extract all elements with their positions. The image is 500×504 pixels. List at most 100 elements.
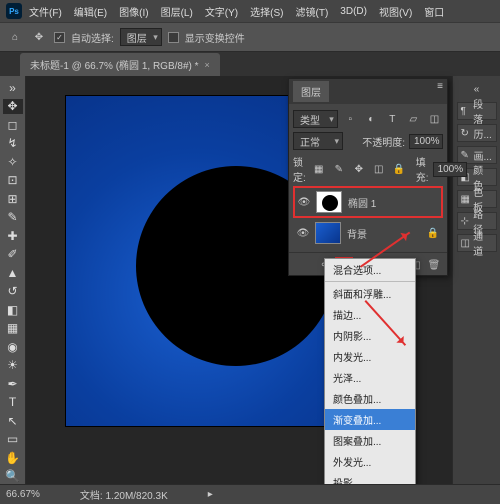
eraser-tool[interactable]: ◧ bbox=[3, 302, 23, 318]
options-bar: ⌂ ✥ ✓ 自动选择: 图层 显示变换控件 bbox=[0, 22, 500, 52]
dock-paragraph[interactable]: ¶段落 bbox=[457, 102, 497, 120]
opacity-label: 不透明度: bbox=[362, 134, 405, 149]
lock-label: 锁定: bbox=[293, 154, 306, 184]
fx-bevel[interactable]: 斜面和浮雕... bbox=[325, 283, 415, 304]
show-transform-label: 显示变换控件 bbox=[185, 30, 245, 45]
right-dock: « ¶段落 ↻历... ✎画... ◧颜色 ▦色板 ⊹路径 ◫通道 bbox=[452, 76, 500, 484]
document-tab[interactable]: 未标题-1 @ 66.7% (椭圆 1, RGB/8#) * × bbox=[20, 53, 220, 76]
blur-tool[interactable]: ◉ bbox=[3, 339, 23, 355]
move-tool[interactable]: ✥ bbox=[3, 99, 23, 115]
fill-input[interactable]: 100% bbox=[433, 162, 467, 177]
status-bar: 66.67% 文档: 1.20M/820.3K ▸ bbox=[0, 484, 500, 504]
filter-type-icon[interactable]: T bbox=[384, 110, 401, 128]
opacity-input[interactable]: 100% bbox=[409, 134, 443, 149]
path-tool[interactable]: ↖ bbox=[3, 413, 23, 429]
menu-3d[interactable]: 3D(D) bbox=[335, 4, 372, 19]
layers-panel-tab[interactable]: 图层 bbox=[293, 81, 329, 102]
fill-label: 填充: bbox=[416, 154, 429, 184]
gradient-tool[interactable]: ▦ bbox=[3, 321, 23, 337]
layer-name-ellipse[interactable]: 椭圆 1 bbox=[348, 195, 376, 210]
filter-smart-icon[interactable]: ◫ bbox=[426, 110, 443, 128]
history-brush-tool[interactable]: ↺ bbox=[3, 284, 23, 300]
toolbar: » ✥ ◻ ↯ ✧ ⊡ ⊞ ✎ ✚ ✐ ▲ ↺ ◧ ▦ ◉ ☀ ✒ T ↖ ▭ … bbox=[0, 76, 26, 484]
layer-thumb-bg bbox=[315, 222, 341, 244]
filter-shape-icon[interactable]: ▱ bbox=[405, 110, 422, 128]
marquee-tool[interactable]: ◻ bbox=[3, 117, 23, 133]
zoom-tool[interactable]: 🔍 bbox=[3, 469, 23, 485]
fx-satin[interactable]: 光泽... bbox=[325, 367, 415, 388]
menu-layer[interactable]: 图层(L) bbox=[156, 2, 198, 21]
menu-file[interactable]: 文件(F) bbox=[24, 2, 67, 21]
lock-trans-icon[interactable]: ▦ bbox=[310, 160, 328, 178]
paragraph-icon: ¶ bbox=[461, 106, 471, 116]
healing-tool[interactable]: ✚ bbox=[3, 228, 23, 244]
lock-pixel-icon[interactable]: ✎ bbox=[330, 160, 348, 178]
tools-collapse-icon[interactable]: » bbox=[3, 80, 23, 96]
layer-row-background[interactable]: 👁 背景 🔒 bbox=[293, 218, 443, 248]
brush-icon: ✎ bbox=[461, 150, 471, 160]
fx-inner-glow[interactable]: 内发光... bbox=[325, 346, 415, 367]
filter-adjust-icon[interactable]: ◐ bbox=[363, 110, 380, 128]
lock-artboard-icon[interactable]: ◫ bbox=[370, 160, 388, 178]
shape-tool[interactable]: ▭ bbox=[3, 432, 23, 448]
menu-filter[interactable]: 滤镜(T) bbox=[291, 2, 334, 21]
visibility-icon[interactable]: 👁 bbox=[298, 196, 310, 208]
swatches-icon: ▦ bbox=[461, 194, 471, 204]
brush-tool[interactable]: ✐ bbox=[3, 247, 23, 263]
menu-edit[interactable]: 编辑(E) bbox=[69, 2, 112, 21]
menu-image[interactable]: 图像(I) bbox=[114, 2, 153, 21]
frame-tool[interactable]: ⊞ bbox=[3, 191, 23, 207]
wand-tool[interactable]: ✧ bbox=[3, 154, 23, 170]
menu-select[interactable]: 选择(S) bbox=[245, 2, 288, 21]
auto-select-checkbox[interactable]: ✓ bbox=[54, 32, 65, 43]
eyedropper-tool[interactable]: ✎ bbox=[3, 210, 23, 226]
dock-history[interactable]: ↻历... bbox=[457, 124, 497, 142]
doc-size[interactable]: 文档: 1.20M/820.3K bbox=[80, 487, 168, 502]
paths-icon: ⊹ bbox=[461, 216, 471, 226]
layers-panel: 图层 ≡ 类型 ▫ ◐ T ▱ ◫ 正常 不透明度: 100% 锁定: ▦ ✎ … bbox=[288, 78, 448, 276]
zoom-level[interactable]: 66.67% bbox=[6, 489, 40, 500]
document-canvas[interactable] bbox=[66, 96, 326, 426]
menu-view[interactable]: 视图(V) bbox=[374, 2, 417, 21]
auto-select-target[interactable]: 图层 bbox=[120, 28, 162, 46]
fx-inner-shadow[interactable]: 内阴影... bbox=[325, 325, 415, 346]
layer-filter-kind[interactable]: 类型 bbox=[293, 110, 338, 128]
type-tool[interactable]: T bbox=[3, 395, 23, 411]
hand-tool[interactable]: ✋ bbox=[3, 450, 23, 466]
fx-pattern-overlay[interactable]: 图案叠加... bbox=[325, 430, 415, 451]
home-icon[interactable]: ⌂ bbox=[6, 28, 24, 46]
fx-color-overlay[interactable]: 颜色叠加... bbox=[325, 388, 415, 409]
lock-pos-icon[interactable]: ✥ bbox=[350, 160, 368, 178]
status-arrow-icon[interactable]: ▸ bbox=[208, 489, 213, 500]
layer-style-menu: 混合选项... 斜面和浮雕... 描边... 内阴影... 内发光... 光泽.… bbox=[324, 258, 416, 494]
lock-all-icon[interactable]: 🔒 bbox=[390, 160, 408, 178]
blend-mode-select[interactable]: 正常 bbox=[293, 132, 343, 150]
stamp-tool[interactable]: ▲ bbox=[3, 265, 23, 281]
move-tool-icon: ✥ bbox=[30, 28, 48, 46]
history-icon: ↻ bbox=[461, 128, 471, 138]
auto-select-label: 自动选择: bbox=[71, 30, 114, 45]
pen-tool[interactable]: ✒ bbox=[3, 376, 23, 392]
fx-gradient-overlay[interactable]: 渐变叠加... bbox=[325, 409, 415, 430]
lock-icon: 🔒 bbox=[427, 228, 439, 239]
menu-window[interactable]: 窗口 bbox=[419, 2, 449, 21]
fx-outer-glow[interactable]: 外发光... bbox=[325, 451, 415, 472]
lasso-tool[interactable]: ↯ bbox=[3, 136, 23, 152]
delete-layer-icon[interactable]: 🗑 bbox=[425, 257, 443, 273]
layer-name-bg[interactable]: 背景 bbox=[347, 226, 367, 241]
filter-pixel-icon[interactable]: ▫ bbox=[342, 110, 359, 128]
panel-menu-icon[interactable]: ≡ bbox=[437, 81, 443, 102]
show-transform-checkbox[interactable] bbox=[168, 32, 179, 43]
layer-thumb-ellipse bbox=[316, 191, 342, 213]
fx-stroke[interactable]: 描边... bbox=[325, 304, 415, 325]
visibility-icon[interactable]: 👁 bbox=[297, 227, 309, 239]
dock-channels[interactable]: ◫通道 bbox=[457, 234, 497, 252]
menu-type[interactable]: 文字(Y) bbox=[200, 2, 243, 21]
crop-tool[interactable]: ⊡ bbox=[3, 173, 23, 189]
close-tab-icon[interactable]: × bbox=[205, 60, 210, 70]
fx-blending-options[interactable]: 混合选项... bbox=[325, 259, 415, 280]
document-title: 未标题-1 @ 66.7% (椭圆 1, RGB/8#) * bbox=[30, 57, 199, 72]
app-logo: Ps bbox=[6, 3, 22, 19]
dodge-tool[interactable]: ☀ bbox=[3, 358, 23, 374]
layer-row-ellipse[interactable]: 👁 椭圆 1 bbox=[293, 186, 443, 218]
